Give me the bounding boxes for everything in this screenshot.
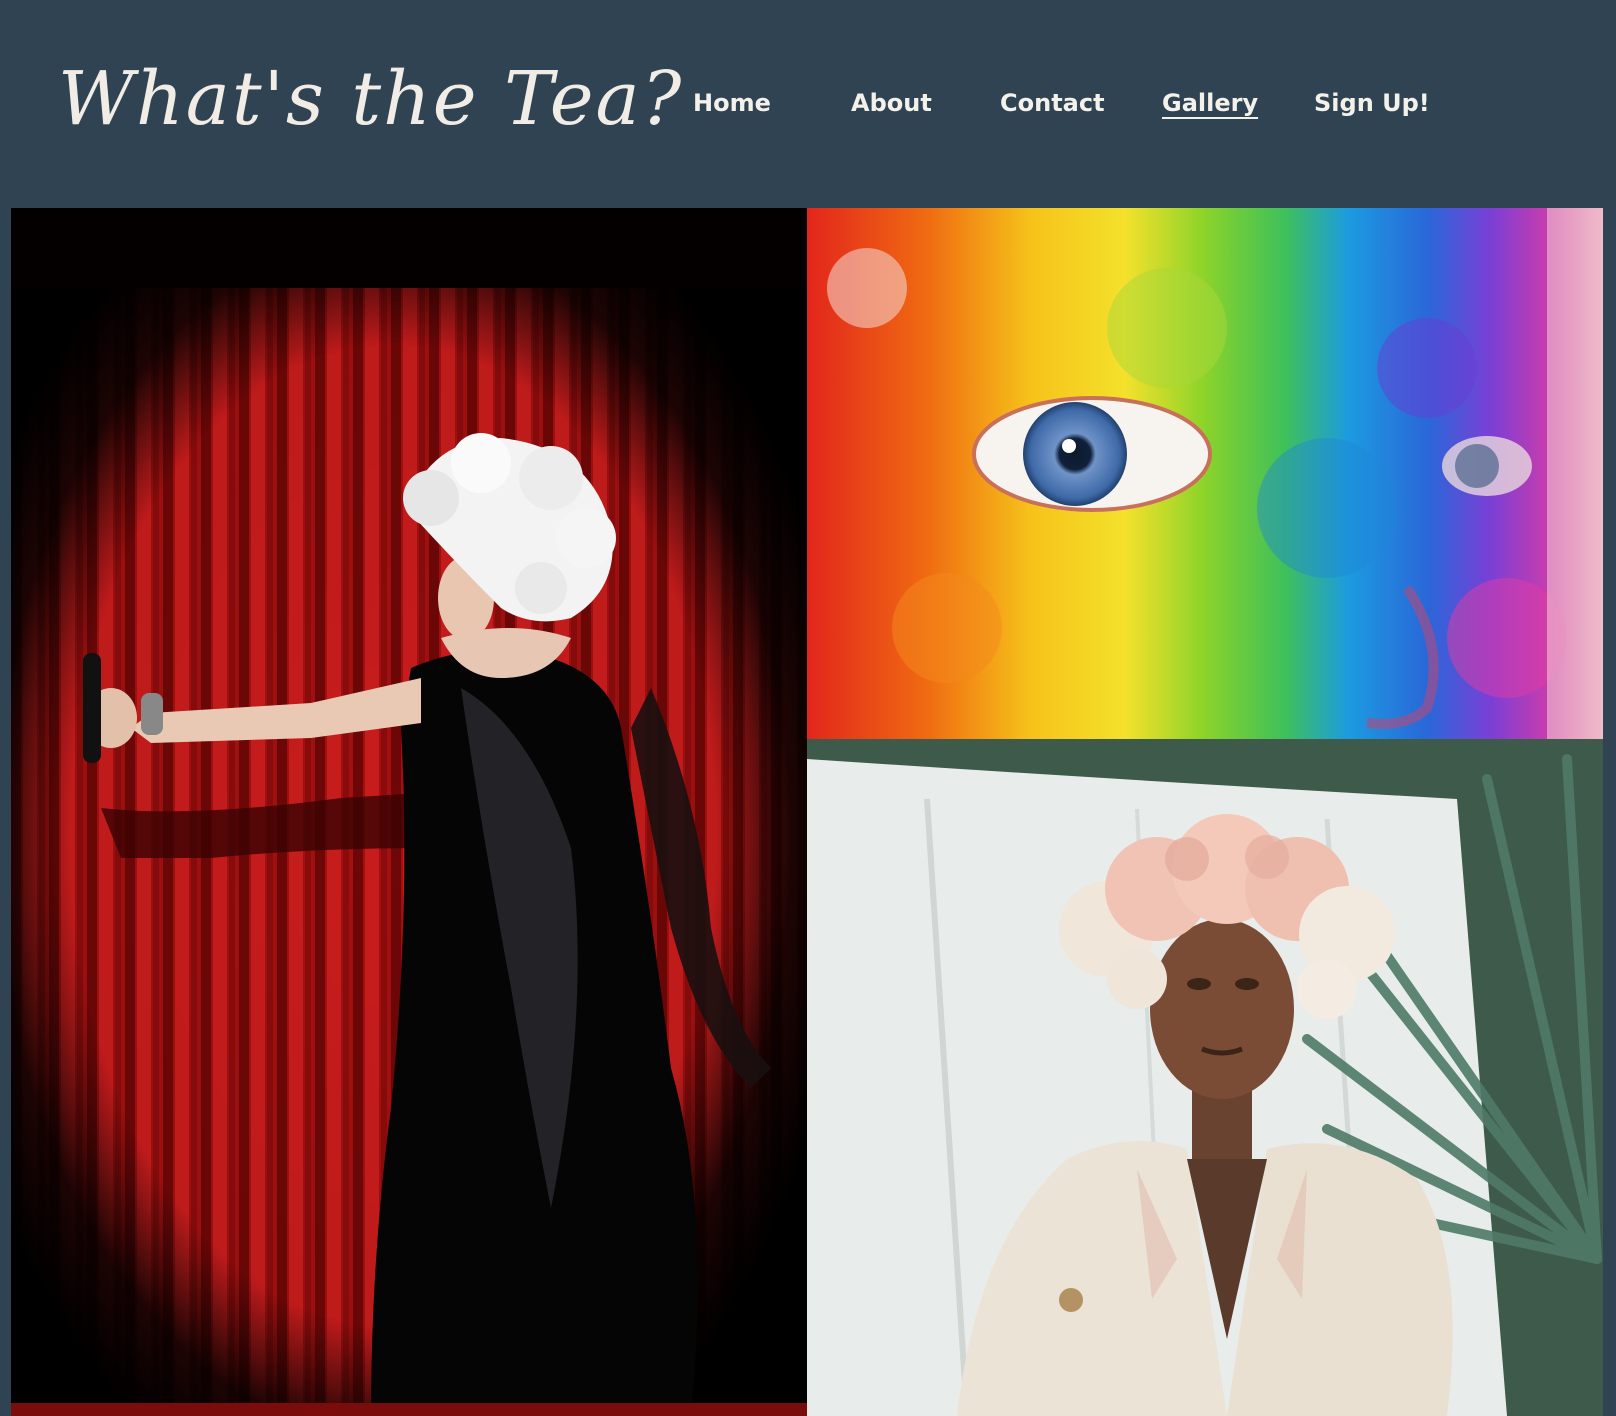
drag-performer-stage-photo[interactable] <box>11 208 807 1416</box>
flower-crown-portrait-photo[interactable] <box>807 739 1603 1416</box>
nav-contact-link[interactable]: Contact <box>1000 86 1105 120</box>
photo-gallery <box>11 208 1603 1416</box>
nav-about-link[interactable]: About <box>851 86 932 120</box>
rainbow-face-paint-photo[interactable] <box>807 208 1603 739</box>
stage-photo-graphic <box>11 208 807 1416</box>
nav-home-link[interactable]: Home <box>693 86 771 120</box>
main-nav: Home About Contact Gallery Sign Up! <box>0 0 1616 208</box>
nav-signup-link[interactable]: Sign Up! <box>1314 86 1430 120</box>
nav-gallery-link[interactable]: Gallery <box>1162 86 1258 120</box>
site-header: What's the Tea? Home About Contact Galle… <box>0 0 1616 208</box>
face-paint-graphic <box>807 208 1603 739</box>
flower-portrait-graphic <box>807 739 1603 1416</box>
